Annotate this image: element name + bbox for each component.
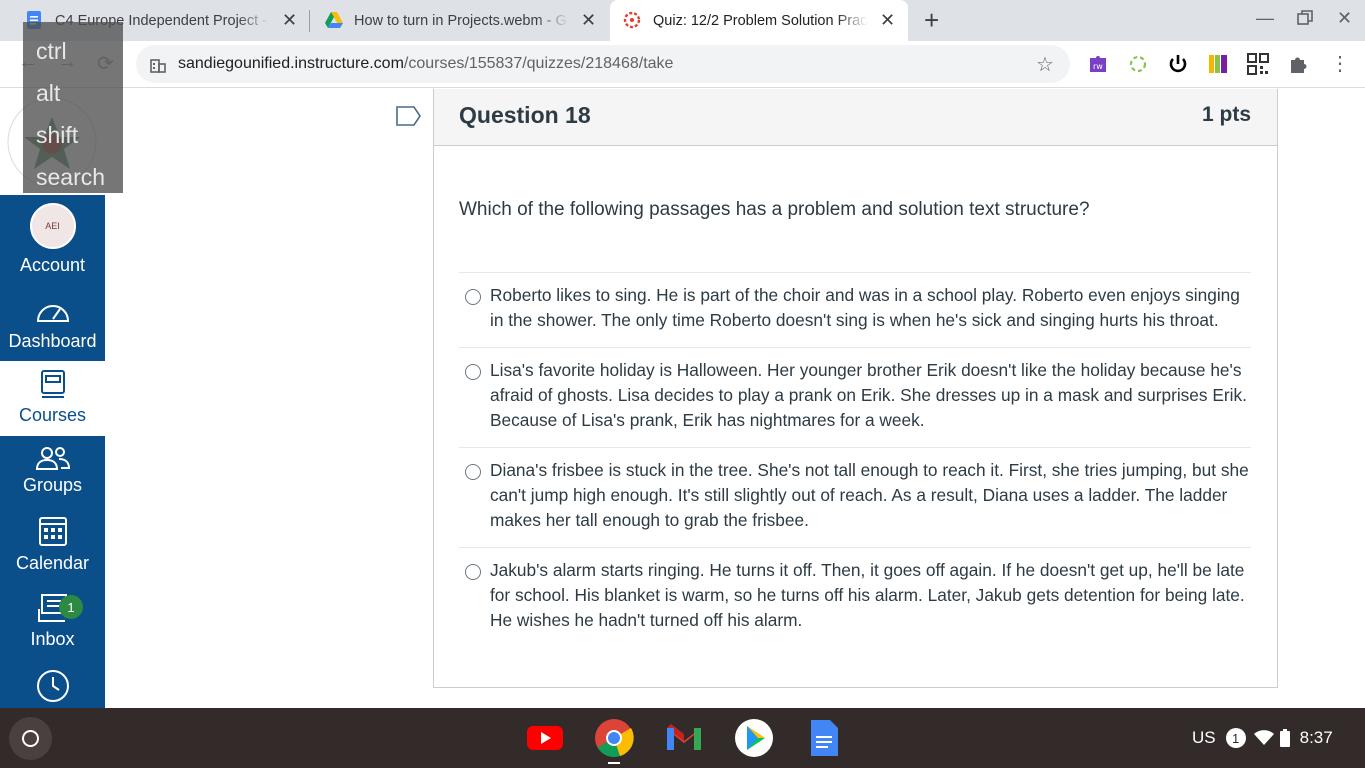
canvas-icon — [623, 11, 641, 29]
answer-option-3[interactable]: Diana's frisbee is stuck in the tree. Sh… — [459, 448, 1251, 548]
avatar: AEI — [29, 203, 76, 249]
close-icon[interactable]: ✕ — [282, 11, 297, 29]
youtube-app-icon[interactable] — [525, 718, 565, 758]
tab-quiz[interactable]: Quiz: 12/2 Problem Solution Prac ✕ — [610, 0, 908, 41]
nav-history[interactable] — [0, 669, 105, 708]
close-icon[interactable]: ✕ — [880, 11, 895, 29]
answer-text: Lisa's favorite holiday is Halloween. He… — [490, 360, 1247, 430]
flag-question-bookmark-icon[interactable] — [396, 106, 422, 126]
url-host: sandiegounified.instructure.com — [178, 55, 404, 72]
sync-extension-icon[interactable] — [1127, 53, 1149, 75]
answer-option-2[interactable]: Lisa's favorite holiday is Halloween. He… — [459, 348, 1251, 448]
url-text: sandiegounified.instructure.com/courses/… — [178, 55, 673, 73]
qr-code-extension-icon[interactable] — [1247, 53, 1269, 75]
answer-radio[interactable] — [465, 364, 481, 380]
chrome-app-icon[interactable] — [594, 718, 634, 758]
battery-icon — [1279, 729, 1290, 747]
nav-dashboard-label: Dashboard — [8, 331, 97, 351]
google-docs-app-icon[interactable] — [804, 718, 844, 758]
answer-text: Jakub's alarm starts ringing. He turns i… — [490, 560, 1245, 630]
tab-drive[interactable]: How to turn in Projects.webm - G ✕ — [310, 0, 608, 41]
answer-radio[interactable] — [465, 289, 481, 305]
power-extension-icon[interactable] — [1167, 53, 1189, 75]
nav-calendar[interactable]: Calendar — [0, 515, 105, 585]
chromeos-shelf: US 1 8:37 — [0, 708, 1365, 768]
question-name: Question 18 — [459, 102, 591, 128]
browser-tab-strip: C4 Europe Independent Project - ✕ How to… — [0, 0, 1365, 41]
answer-text: Roberto likes to sing. He is part of the… — [490, 285, 1240, 330]
nav-calendar-label: Calendar — [15, 553, 90, 573]
answer-option-4[interactable]: Jakub's alarm starts ringing. He turns i… — [459, 548, 1251, 647]
keyboard-shortcut-overlay: ctrl alt shift search — [23, 22, 123, 193]
play-store-app-icon[interactable] — [734, 718, 774, 758]
notification-count: 1 — [1225, 728, 1246, 748]
inbox-unread-badge: 1 — [59, 595, 83, 619]
answer-list: Roberto likes to sing. He is part of the… — [459, 272, 1251, 647]
close-icon[interactable]: ✕ — [581, 11, 596, 29]
google-drive-icon — [325, 12, 343, 28]
key-alt: alt — [36, 80, 61, 106]
question-header: Question 18 1 pts — [434, 89, 1277, 146]
site-info-icon[interactable] — [150, 57, 166, 73]
svg-text:rw: rw — [1093, 62, 1103, 71]
input-method-label: US — [1192, 728, 1216, 747]
minimize-icon[interactable]: — — [1256, 8, 1274, 29]
clock-history-icon — [36, 670, 69, 702]
courses-book-icon — [40, 370, 65, 398]
key-ctrl: ctrl — [36, 38, 67, 64]
answer-radio[interactable] — [465, 564, 481, 580]
calendar-icon — [38, 517, 67, 546]
clock-time: 8:37 — [1299, 728, 1333, 747]
nav-inbox-label: Inbox — [30, 629, 75, 649]
color-bars-extension-icon[interactable] — [1207, 53, 1229, 75]
nav-groups-label: Groups — [22, 475, 83, 495]
nav-dashboard[interactable]: Dashboard — [0, 297, 105, 357]
nav-account-label: Account — [19, 255, 86, 275]
question-points: 1 pts — [1201, 103, 1251, 126]
address-bar[interactable]: sandiegounified.instructure.com/courses/… — [136, 45, 1070, 83]
dashboard-gauge-icon — [36, 305, 69, 322]
key-search: search — [36, 164, 106, 190]
status-tray[interactable]: US 1 8:37 — [1180, 719, 1354, 757]
new-tab-plus-icon[interactable]: + — [924, 6, 939, 34]
close-window-icon[interactable]: ✕ — [1337, 8, 1352, 29]
groups-people-icon — [35, 447, 70, 470]
active-app-indicator — [608, 762, 620, 764]
global-navigation: AEI Account Dashboard Courses Groups Cal… — [0, 195, 105, 708]
tab-title: Quiz: 12/2 Problem Solution Prac — [653, 12, 868, 29]
answer-option-1[interactable]: Roberto likes to sing. He is part of the… — [459, 273, 1251, 348]
answer-text: Diana's frisbee is stuck in the tree. Sh… — [490, 460, 1249, 530]
question-card: Question 18 1 pts Which of the following… — [433, 89, 1278, 688]
question-text: Which of the following passages has a pr… — [459, 199, 1090, 220]
extensions-puzzle-icon[interactable] — [1287, 53, 1309, 75]
more-menu-icon[interactable]: ⋮ — [1330, 51, 1350, 76]
launcher-circle-icon — [22, 730, 39, 747]
wifi-icon — [1253, 730, 1274, 745]
bookmark-star-icon[interactable]: ☆ — [1036, 52, 1054, 77]
gmail-app-icon[interactable] — [664, 718, 704, 758]
restore-icon[interactable] — [1297, 10, 1313, 31]
answer-radio[interactable] — [465, 464, 481, 480]
nav-courses-label: Courses — [18, 405, 87, 425]
nav-courses[interactable]: Courses — [0, 361, 105, 436]
nav-inbox[interactable]: 1 Inbox — [0, 593, 105, 653]
url-path: /courses/155837/quizzes/218468/take — [403, 55, 674, 72]
browser-toolbar: ← → ⟳ sandiegounified.instructure.com/co… — [0, 41, 1365, 88]
readwrite-extension-icon[interactable]: rw — [1087, 53, 1109, 75]
tab-title: How to turn in Projects.webm - G — [354, 12, 567, 29]
avatar-text: AEI — [45, 221, 60, 231]
key-shift: shift — [36, 122, 79, 148]
nav-groups[interactable]: Groups — [0, 445, 105, 505]
launcher-button[interactable] — [9, 717, 52, 760]
nav-account[interactable]: AEI Account — [0, 203, 105, 278]
